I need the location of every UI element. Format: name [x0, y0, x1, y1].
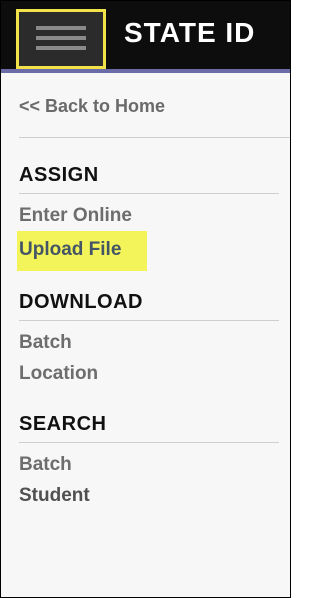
nav-item-download-batch[interactable]: Batch: [19, 327, 290, 358]
menu-button[interactable]: [16, 9, 106, 69]
section-title-download: DOWNLOAD: [19, 291, 279, 321]
app-title: STATE ID: [124, 17, 256, 48]
section-assign: ASSIGN Enter Online Upload File: [17, 164, 290, 271]
back-to-home-link[interactable]: << Back to Home: [19, 73, 290, 138]
assign-items: Enter Online Upload File: [17, 200, 290, 271]
nav-item-search-student[interactable]: Student: [19, 480, 290, 511]
nav-item-search-batch[interactable]: Batch: [19, 449, 290, 480]
download-items: Batch Location: [19, 327, 290, 389]
nav-item-upload-file[interactable]: Upload File: [17, 231, 148, 271]
section-title-search: SEARCH: [19, 413, 279, 443]
nav-item-enter-online[interactable]: Enter Online: [19, 200, 290, 231]
section-search: SEARCH Batch Student: [19, 413, 290, 511]
app-frame: STATE ID << Back to Home ASSIGN Enter On…: [0, 0, 291, 598]
sidebar: << Back to Home ASSIGN Enter Online Uplo…: [17, 73, 290, 511]
top-bar: STATE ID: [1, 1, 290, 73]
hamburger-menu-icon: [36, 26, 86, 52]
section-title-assign: ASSIGN: [19, 164, 279, 194]
nav-item-download-location[interactable]: Location: [19, 358, 290, 389]
section-download: DOWNLOAD Batch Location: [19, 291, 290, 389]
search-items: Batch Student: [19, 449, 290, 511]
